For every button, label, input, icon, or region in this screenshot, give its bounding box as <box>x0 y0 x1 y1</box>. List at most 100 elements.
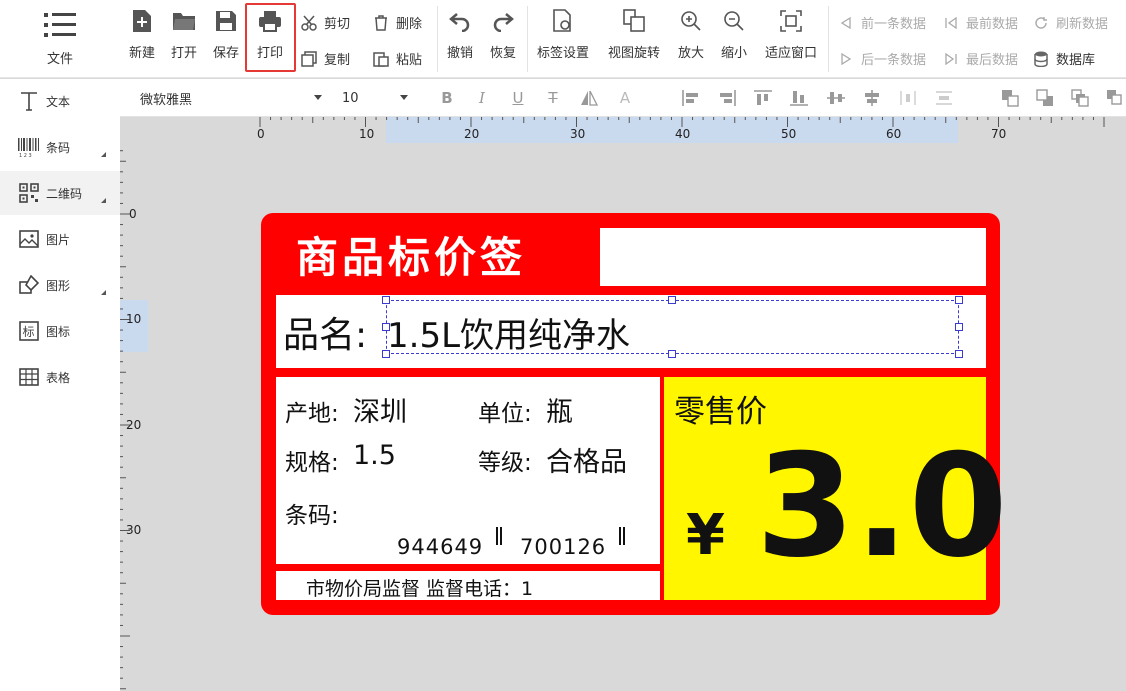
bring-forward-button[interactable] <box>1070 88 1090 108</box>
align-bottom-button[interactable] <box>789 88 809 108</box>
strikethrough-button[interactable]: T <box>543 88 563 108</box>
chevron-down-icon <box>314 95 322 100</box>
refresh-data-button[interactable]: 刷新数据 <box>1032 13 1108 32</box>
origin-value[interactable]: 深圳 <box>353 390 407 429</box>
sidebar-item-label: 图标 <box>46 323 70 340</box>
ruler-label: 40 <box>675 127 690 141</box>
ruler-label: 0 <box>257 127 265 141</box>
align-right-button[interactable] <box>717 88 737 108</box>
resize-handle[interactable] <box>668 350 676 358</box>
database-label: 数据库 <box>1056 49 1095 68</box>
database-button[interactable]: 数据库 <box>1032 49 1095 68</box>
send-backward-button[interactable] <box>1105 88 1125 108</box>
sidebar-item-barcode[interactable]: 1 2 3 条码 <box>0 125 120 169</box>
sidebar-item-image[interactable]: 图片 <box>0 217 120 261</box>
next-triangle-icon <box>837 50 855 68</box>
undo-label: 撤销 <box>447 42 473 61</box>
save-button[interactable]: 保存 <box>210 8 242 70</box>
spec-value[interactable]: 1.5 <box>353 440 396 471</box>
paste-icon <box>372 50 390 68</box>
align-vcenter-icon <box>827 90 845 106</box>
strikethrough-icon: T <box>548 89 557 107</box>
font-family-select[interactable]: 微软雅黑 <box>134 86 328 110</box>
cut-button[interactable]: 剪切 <box>300 13 350 32</box>
resize-handle[interactable] <box>955 296 963 304</box>
last-record-label: 最后数据 <box>966 49 1018 68</box>
font-size-select[interactable]: 10 <box>336 86 414 110</box>
barcode-label[interactable]: 条码: <box>285 496 339 530</box>
last-record-button[interactable]: 最后数据 <box>942 49 1018 68</box>
align-left-button[interactable] <box>681 88 701 108</box>
currency-symbol[interactable]: ¥ <box>686 503 725 568</box>
separator <box>437 6 438 72</box>
paste-button[interactable]: 粘贴 <box>372 49 422 68</box>
copy-button[interactable]: 复制 <box>300 49 350 68</box>
align-vcenter-button[interactable] <box>826 88 846 108</box>
grade-value[interactable]: 合格品 <box>546 440 627 479</box>
resize-handle[interactable] <box>955 323 963 331</box>
logo-tag-icon: 标 <box>18 320 40 342</box>
align-top-button[interactable] <box>753 88 773 108</box>
resize-handle[interactable] <box>382 350 390 358</box>
first-record-icon <box>942 14 960 32</box>
unit-value[interactable]: 瓶 <box>546 390 573 429</box>
distribute-h-button[interactable] <box>898 88 918 108</box>
label-settings-button[interactable]: 标签设置 <box>534 8 592 70</box>
fit-window-button[interactable]: 适应窗口 <box>762 8 820 70</box>
price-label[interactable]: 零售价 <box>674 386 767 431</box>
new-file-icon <box>129 8 155 34</box>
new-button[interactable]: 新建 <box>126 8 158 70</box>
qrcode-icon <box>18 182 40 204</box>
open-button[interactable]: 打开 <box>168 8 200 70</box>
sidebar-item-logo[interactable]: 标 图标 <box>0 309 120 353</box>
price-value[interactable]: 3.0 <box>756 429 1008 585</box>
selection-box[interactable] <box>386 300 959 354</box>
next-record-label: 后一条数据 <box>861 49 926 68</box>
label-title[interactable]: 商品标价签 <box>296 224 526 285</box>
resize-handle[interactable] <box>668 296 676 304</box>
italic-button[interactable]: I <box>472 88 492 108</box>
resize-handle[interactable] <box>382 323 390 331</box>
send-back-button[interactable] <box>1035 88 1055 108</box>
zoom-out-button[interactable]: 缩小 <box>719 8 749 70</box>
sidebar-item-qrcode[interactable]: 二维码 <box>0 171 120 215</box>
expand-triangle-icon <box>101 198 106 203</box>
mirror-button[interactable] <box>579 88 599 108</box>
sidebar-item-label: 图片 <box>46 231 70 248</box>
sidebar-item-table[interactable]: 表格 <box>0 355 120 399</box>
redo-button[interactable]: 恢复 <box>487 8 519 70</box>
mirror-icon <box>580 90 598 106</box>
format-bar: 微软雅黑 10 B I U T A <box>120 79 1126 117</box>
sidebar-item-text[interactable]: 文本 <box>0 79 120 123</box>
zoom-in-button[interactable]: 放大 <box>676 8 706 70</box>
resize-handle[interactable] <box>382 296 390 304</box>
sidebar-item-shape[interactable]: 图形 <box>0 263 120 307</box>
bring-front-button[interactable] <box>1000 88 1020 108</box>
separator <box>828 6 829 72</box>
underline-button[interactable]: U <box>508 88 528 108</box>
svg-text:1 2 3: 1 2 3 <box>19 153 32 157</box>
spec-label[interactable]: 规格: <box>285 443 339 477</box>
align-hcenter-button[interactable] <box>862 88 882 108</box>
copy-icon <box>300 50 318 68</box>
name-label[interactable]: 品名: <box>283 306 367 358</box>
next-record-button[interactable]: 后一条数据 <box>837 49 926 68</box>
undo-button[interactable]: 撤销 <box>444 8 476 70</box>
title-blank-box[interactable] <box>600 228 986 286</box>
unit-label[interactable]: 单位: <box>478 394 532 428</box>
barcode-number-2[interactable]: 700126 <box>520 535 606 559</box>
file-menu-button[interactable]: 文件 <box>0 0 120 78</box>
outline-text-button[interactable]: A <box>615 88 635 108</box>
grade-label[interactable]: 等级: <box>478 443 532 477</box>
bold-button[interactable]: B <box>437 88 457 108</box>
barcode-number-1[interactable]: 944649 <box>397 535 483 559</box>
rotate-view-button[interactable]: 视图旋转 <box>605 8 663 70</box>
prev-record-button[interactable]: 前一条数据 <box>837 13 926 32</box>
delete-button[interactable]: 删除 <box>372 13 422 32</box>
first-record-button[interactable]: 最前数据 <box>942 13 1018 32</box>
origin-label[interactable]: 产地: <box>285 394 339 428</box>
distribute-v-button[interactable] <box>934 88 954 108</box>
toolbar: 文件 新建 打开 保存 打印 剪切 复制 删除 粘贴 撤销 恢复 <box>0 0 1126 78</box>
footer-text[interactable]: 市物价局监督 监督电话：1 <box>306 574 533 600</box>
resize-handle[interactable] <box>955 350 963 358</box>
